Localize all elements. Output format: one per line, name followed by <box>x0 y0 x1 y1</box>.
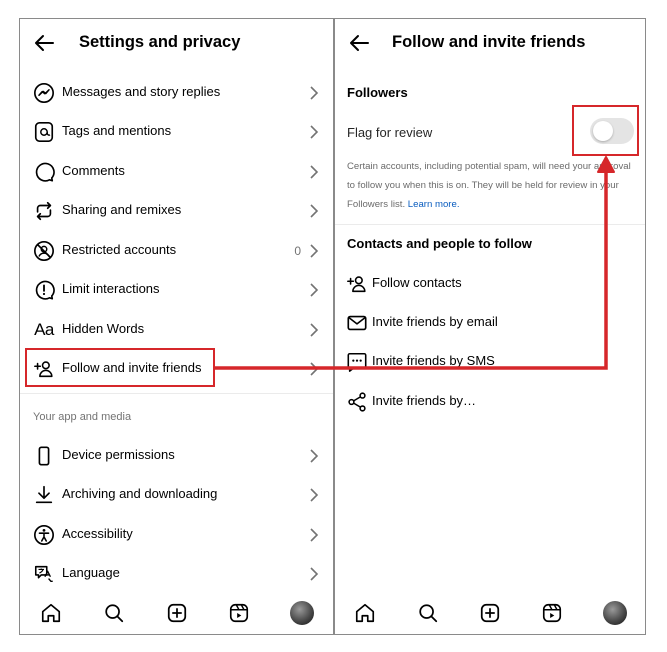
section-label-app-media: Your app and media <box>33 411 132 423</box>
followers-heading: Followers <box>347 85 408 100</box>
back-arrow-icon[interactable] <box>32 31 56 55</box>
settings-item-label: Messages and story replies <box>62 84 221 99</box>
comment-icon <box>32 160 56 184</box>
alert-circle-icon <box>32 278 56 302</box>
follow-contacts-item[interactable]: Follow contacts <box>335 264 645 303</box>
hidden-words-icon: Aa <box>34 320 54 339</box>
flag-description: Certain accounts, including potential sp… <box>347 157 637 214</box>
settings-item-hidden-words[interactable]: Aa Hidden Words <box>20 310 333 349</box>
flag-description-text: Certain accounts, including potential sp… <box>347 161 631 210</box>
chevron-right-icon <box>310 528 319 542</box>
restricted-count: 0 <box>294 244 301 258</box>
invite-share-label: Invite friends by… <box>372 393 477 408</box>
settings-item-restricted[interactable]: Restricted accounts 0 <box>20 231 333 270</box>
section-divider <box>335 224 645 225</box>
chevron-right-icon <box>310 204 319 218</box>
settings-item-messages[interactable]: Messages and story replies <box>20 73 333 112</box>
settings-screen: Settings and privacy Messages and story … <box>19 18 334 635</box>
accessibility-icon <box>32 523 56 547</box>
reels-icon[interactable] <box>227 601 251 625</box>
settings-item-label: Tags and mentions <box>62 123 172 138</box>
create-icon[interactable] <box>478 601 502 625</box>
search-icon[interactable] <box>416 601 440 625</box>
settings-item-label: Comments <box>62 163 125 178</box>
chevron-right-icon <box>310 165 319 179</box>
invite-sms-label: Invite friends by SMS <box>372 353 495 368</box>
restricted-icon <box>32 239 56 263</box>
reels-icon[interactable] <box>540 601 564 625</box>
page-title: Settings and privacy <box>79 33 241 51</box>
settings-item-label: Language <box>62 565 120 580</box>
follow-invite-header: Follow and invite friends <box>335 19 645 67</box>
settings-item-tags[interactable]: Tags and mentions <box>20 112 333 151</box>
create-icon[interactable] <box>165 601 189 625</box>
profile-avatar[interactable] <box>603 601 627 625</box>
settings-item-comments[interactable]: Comments <box>20 152 333 191</box>
download-icon <box>32 483 56 507</box>
chevron-right-icon <box>310 125 319 139</box>
share-icon <box>345 390 369 414</box>
chevron-right-icon <box>310 488 319 502</box>
settings-item-label: Device permissions <box>62 447 175 462</box>
chevron-right-icon <box>310 244 319 258</box>
language-icon <box>32 562 56 586</box>
chevron-right-icon <box>310 567 319 581</box>
chevron-right-icon <box>310 283 319 297</box>
learn-more-link[interactable]: Learn more. <box>408 199 460 210</box>
settings-item-label: Archiving and downloading <box>62 486 218 501</box>
profile-avatar[interactable] <box>290 601 314 625</box>
settings-item-device-permissions[interactable]: Device permissions <box>20 436 333 475</box>
chevron-right-icon <box>310 323 319 337</box>
contacts-heading: Contacts and people to follow <box>347 236 532 251</box>
add-person-icon <box>345 272 369 296</box>
messenger-icon <box>32 81 56 105</box>
bottom-nav <box>20 594 333 634</box>
invite-share-item[interactable]: Invite friends by… <box>335 382 645 421</box>
settings-item-limit[interactable]: Limit interactions <box>20 270 333 309</box>
avatar <box>603 601 627 625</box>
invite-sms-item[interactable]: Invite friends by SMS <box>335 342 645 381</box>
settings-item-label: Limit interactions <box>62 281 160 296</box>
toggle-highlight-box <box>572 105 639 156</box>
sms-icon <box>345 350 369 374</box>
settings-item-archiving[interactable]: Archiving and downloading <box>20 475 333 514</box>
mail-icon <box>345 311 369 335</box>
settings-header: Settings and privacy <box>20 19 333 67</box>
share-remix-icon <box>32 199 56 223</box>
follow-invite-highlight-box <box>25 348 215 387</box>
settings-item-label: Restricted accounts <box>62 242 177 257</box>
at-sign-icon <box>32 120 56 144</box>
follow-contacts-label: Follow contacts <box>372 275 462 290</box>
home-icon[interactable] <box>39 601 63 625</box>
invite-email-item[interactable]: Invite friends by email <box>335 303 645 342</box>
home-icon[interactable] <box>353 601 377 625</box>
section-divider <box>20 393 333 394</box>
bottom-nav <box>335 594 645 634</box>
invite-email-label: Invite friends by email <box>372 314 498 329</box>
settings-item-label: Hidden Words <box>62 321 145 336</box>
settings-item-language[interactable]: Language <box>20 554 333 593</box>
device-icon <box>32 444 56 468</box>
settings-item-accessibility[interactable]: Accessibility <box>20 515 333 554</box>
avatar <box>290 601 314 625</box>
chevron-right-icon <box>310 362 319 376</box>
back-arrow-icon[interactable] <box>347 31 371 55</box>
search-icon[interactable] <box>102 601 126 625</box>
chevron-right-icon <box>310 86 319 100</box>
settings-item-label: Sharing and remixes <box>62 202 182 217</box>
page-title: Follow and invite friends <box>392 33 586 51</box>
settings-item-sharing[interactable]: Sharing and remixes <box>20 191 333 230</box>
settings-item-label: Accessibility <box>62 526 133 541</box>
chevron-right-icon <box>310 449 319 463</box>
flag-for-review-label: Flag for review <box>347 125 433 140</box>
